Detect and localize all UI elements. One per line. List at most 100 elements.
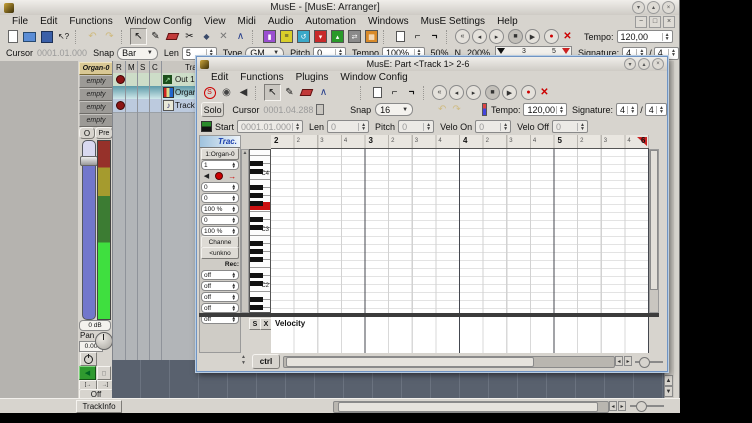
- undo-icon[interactable]: ↶: [84, 28, 101, 45]
- timeline-ruler[interactable]: 22343234423452346: [271, 135, 649, 149]
- patch-select-button[interactable]: 1:Organ-0: [201, 148, 239, 160]
- arranger-horizontal-scrollbar[interactable]: [333, 401, 609, 413]
- record-dot-icon[interactable]: [215, 172, 223, 180]
- punch-out-icon[interactable]: ¬: [403, 84, 420, 101]
- black-key[interactable]: [250, 249, 263, 254]
- external-sync-icon[interactable]: ✕: [536, 84, 553, 101]
- rec-spinbox[interactable]: off▲▼: [201, 281, 239, 291]
- bank-l-spinbox[interactable]: 0▲▼: [201, 193, 239, 203]
- redo-icon[interactable]: ↷: [449, 101, 463, 118]
- goto-start-button[interactable]: «: [455, 29, 470, 44]
- loop-icon[interactable]: ⌐: [409, 28, 426, 45]
- menu-plugins[interactable]: Plugins: [290, 72, 335, 83]
- menu-edit[interactable]: Edit: [34, 16, 63, 27]
- trackinfo-tab[interactable]: TrackInfo: [76, 400, 122, 413]
- snap-combo[interactable]: 16▼: [375, 103, 413, 116]
- pianoroll-vertical-scrollbar[interactable]: [649, 149, 659, 313]
- rec-spinbox[interactable]: off▲▼: [201, 303, 239, 313]
- stop-button[interactable]: ■: [485, 85, 500, 100]
- instrument-button[interactable]: <unkno: [201, 247, 239, 259]
- close-button[interactable]: ×: [662, 1, 675, 14]
- volume-fader[interactable]: [82, 140, 96, 320]
- menu-edit[interactable]: Edit: [205, 72, 234, 83]
- black-key[interactable]: [250, 193, 263, 198]
- send-arrow-icon[interactable]: →: [228, 172, 236, 181]
- signature-den-spinbox[interactable]: 4▲▼: [645, 103, 667, 116]
- tempo-spinbox[interactable]: 120,00 ▲▼: [617, 30, 673, 43]
- pencil-tool-icon[interactable]: ✎: [281, 84, 298, 101]
- undo-icon[interactable]: ↶: [435, 101, 449, 118]
- menu-automation[interactable]: Automation: [299, 16, 362, 27]
- panel-collapse-down-icon[interactable]: ▼: [241, 360, 246, 366]
- mixer-empty-slot[interactable]: empty: [79, 75, 113, 88]
- forward-button[interactable]: ▸: [466, 85, 481, 100]
- trackinfo-tab-header[interactable]: Trac.: [200, 136, 240, 148]
- mixer-empty-slot[interactable]: empty: [79, 88, 113, 101]
- bigtime-window-icon[interactable]: ▴: [329, 28, 346, 45]
- bank-h-spinbox[interactable]: 0▲▼: [201, 182, 239, 192]
- note-canvas[interactable]: [271, 149, 649, 313]
- pencil-tool-icon[interactable]: ✎: [147, 28, 164, 45]
- midi-thru-icon[interactable]: ◀: [235, 84, 252, 101]
- goto-start-button[interactable]: «: [432, 85, 447, 100]
- loop-icon[interactable]: ⌐: [386, 84, 403, 101]
- redo-icon[interactable]: ↷: [101, 28, 118, 45]
- menu-functions[interactable]: Functions: [234, 72, 289, 83]
- monitor-button[interactable]: ◀: [79, 366, 96, 380]
- mixer-empty-slot[interactable]: empty: [79, 114, 113, 127]
- solo-icon[interactable]: S: [201, 84, 218, 101]
- menu-midi[interactable]: Midi: [231, 16, 261, 27]
- punch-in-icon[interactable]: [369, 84, 386, 101]
- punch-in-icon[interactable]: [392, 28, 409, 45]
- main-titlebar[interactable]: MusE - [MusE: Arranger] ▾ ▴ ×: [0, 0, 679, 15]
- menu-window-config[interactable]: Window Config: [119, 16, 198, 27]
- step-record-icon[interactable]: ◉: [218, 84, 235, 101]
- power-button[interactable]: [80, 352, 97, 366]
- solo-button[interactable]: Solo: [201, 102, 224, 117]
- automation-tool-icon[interactable]: ∧: [315, 84, 332, 101]
- external-sync-icon[interactable]: ✕: [559, 28, 576, 45]
- signature-num-spinbox[interactable]: 4▲▼: [616, 103, 638, 116]
- mixer-window-icon[interactable]: ▮: [261, 28, 278, 45]
- speaker-icon[interactable]: ◀: [204, 172, 209, 180]
- velocity-lane[interactable]: Velocity: [271, 317, 649, 353]
- mixer-track-button[interactable]: Organ-0: [79, 62, 113, 75]
- scroll-left-icon[interactable]: ◂: [615, 356, 623, 366]
- cut-tool-icon[interactable]: ✂: [181, 28, 198, 45]
- open-song-icon[interactable]: [21, 28, 38, 45]
- menu-muse-settings[interactable]: MusE Settings: [415, 16, 491, 27]
- black-key[interactable]: [250, 161, 263, 166]
- snap-combo[interactable]: Bar▼: [117, 47, 158, 60]
- fader-handle[interactable]: [80, 156, 98, 166]
- stop-button[interactable]: ■: [508, 29, 523, 44]
- menu-audio[interactable]: Audio: [262, 16, 300, 27]
- scroll-right-icon[interactable]: ▸: [618, 401, 626, 411]
- menu-view[interactable]: View: [198, 16, 232, 27]
- eraser-tool-icon[interactable]: [298, 84, 315, 101]
- mixer-empty-slot[interactable]: empty: [79, 101, 113, 114]
- black-key[interactable]: [250, 201, 263, 206]
- marker-window-icon[interactable]: ≡: [278, 28, 295, 45]
- scroll-left-icon[interactable]: ◂: [609, 401, 617, 411]
- black-key[interactable]: [250, 257, 263, 262]
- pianoroll-titlebar[interactable]: MusE: Part <Track 1> 2-6 ▾ ▴ ×: [197, 57, 667, 71]
- close-button[interactable]: ×: [652, 58, 664, 70]
- pitch-spinbox[interactable]: 0▲▼: [398, 120, 434, 133]
- play-button[interactable]: ▶: [502, 85, 517, 100]
- midi-transform-icon[interactable]: ▦: [363, 28, 380, 45]
- volume-spinbox[interactable]: 100 %▲▼: [201, 204, 239, 214]
- glue-tool-icon[interactable]: ◆: [198, 28, 215, 45]
- mixer-o-button[interactable]: O: [79, 127, 95, 139]
- menu-file[interactable]: File: [6, 16, 34, 27]
- start-spinbox[interactable]: 0001.01.000▲▼: [237, 120, 303, 133]
- program-spinbox[interactable]: 1▲▼: [201, 160, 239, 170]
- ctrl-button[interactable]: ctrl: [252, 354, 280, 369]
- automation-tool-icon[interactable]: ∧: [232, 28, 249, 45]
- rewind-button[interactable]: ◂: [472, 29, 487, 44]
- black-key[interactable]: [250, 241, 263, 246]
- black-key[interactable]: [250, 185, 263, 190]
- mixer-pre-button[interactable]: Pre: [95, 127, 113, 139]
- len-spinbox[interactable]: 0▲▼: [327, 120, 369, 133]
- rec-spinbox[interactable]: off▲▼: [201, 292, 239, 302]
- record-indicator-icon[interactable]: [116, 101, 125, 110]
